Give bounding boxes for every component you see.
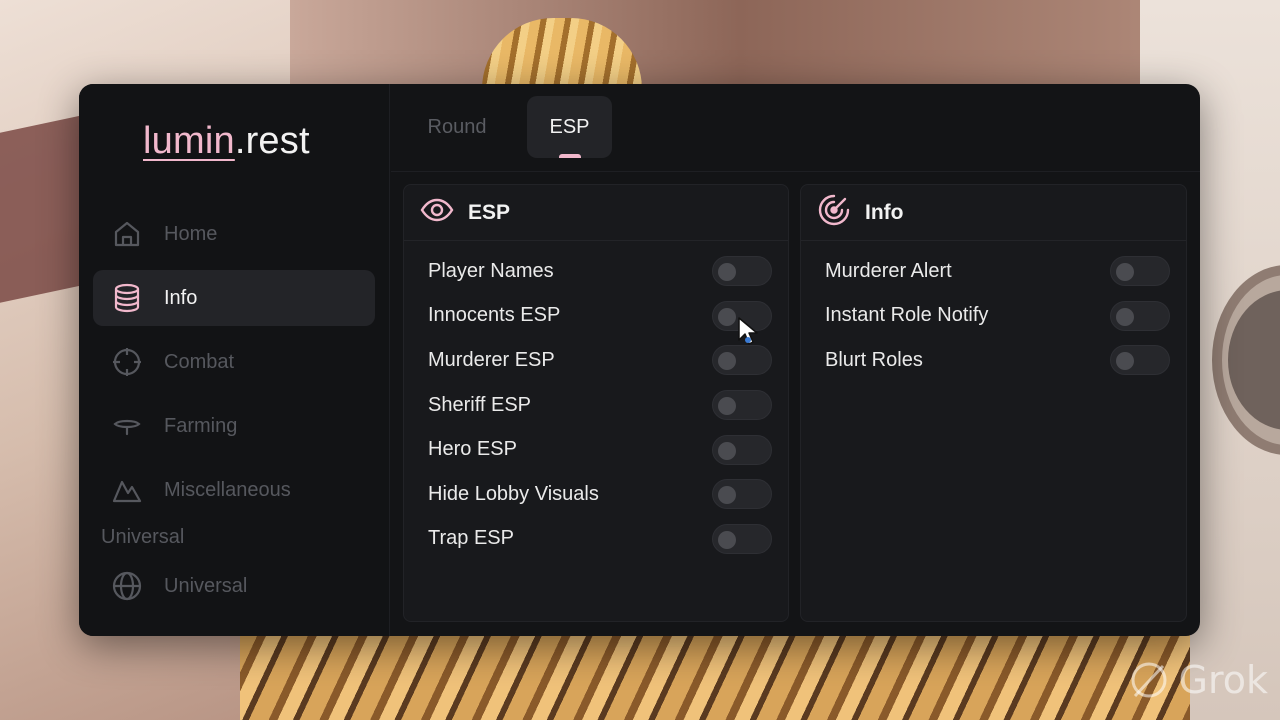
option-label: Murderer ESP <box>428 348 555 371</box>
farming-icon <box>110 409 144 443</box>
active-tab-indicator <box>558 154 581 158</box>
tab-esp[interactable]: ESP <box>527 96 612 158</box>
info-card: Info Murderer Alert Instant Role Notify … <box>800 184 1187 622</box>
option-label: Hero ESP <box>428 438 517 461</box>
card-header: ESP <box>404 185 788 241</box>
watermark-text: Grok <box>1178 658 1269 702</box>
sidebar-item-label: Home <box>164 222 218 245</box>
option-row-blurt-roles: Blurt Roles <box>801 338 1186 383</box>
option-label: Hide Lobby Visuals <box>428 482 599 505</box>
sidebar-item-universal[interactable]: Universal <box>93 558 375 614</box>
card-header: Info <box>801 185 1186 241</box>
toggle-knob <box>718 486 736 505</box>
option-row-hide-lobby-visuals: Hide Lobby Visuals <box>404 472 788 517</box>
option-label: Innocents ESP <box>428 304 561 327</box>
card-title: Info <box>865 200 904 224</box>
trap-esp-toggle[interactable] <box>712 523 772 554</box>
murderer-alert-toggle[interactable] <box>1110 256 1170 287</box>
globe-icon <box>110 569 144 603</box>
logo-rest: .rest <box>234 120 310 162</box>
option-row-murderer-alert: Murderer Alert <box>801 249 1186 294</box>
radar-icon <box>817 193 851 232</box>
sidebar-item-label: Info <box>164 286 198 309</box>
mouse-cursor-icon <box>738 317 758 345</box>
eye-icon <box>420 193 454 232</box>
sidebar-item-info[interactable]: Info <box>93 270 375 326</box>
option-label: Blurt Roles <box>825 348 923 371</box>
toggle-knob <box>718 441 736 460</box>
background-hair <box>240 630 1190 720</box>
tab-label: Round <box>427 115 487 138</box>
esp-card: ESP Player Names Innocents ESP Murderer … <box>403 184 789 622</box>
option-row-player-names: Player Names <box>404 249 788 294</box>
sidebar-item-label: Farming <box>164 414 238 437</box>
background-shape <box>290 0 1190 90</box>
instant-role-notify-toggle[interactable] <box>1110 300 1170 331</box>
sidebar-item-home[interactable]: Home <box>93 206 375 262</box>
tab-bar: Round ESP <box>391 84 1200 172</box>
toggle-knob <box>1116 307 1134 326</box>
home-icon <box>110 217 144 251</box>
option-label: Murderer Alert <box>825 259 952 282</box>
mountain-icon <box>110 473 144 507</box>
option-label: Instant Role Notify <box>825 304 989 327</box>
sidebar-item-label: Combat <box>164 350 235 373</box>
sidebar-section-label: Universal <box>101 526 185 548</box>
card-title: ESP <box>468 200 511 224</box>
grok-icon <box>1131 662 1166 698</box>
option-row-sheriff-esp: Sheriff ESP <box>404 383 788 428</box>
sidebar-item-miscellaneous[interactable]: Miscellaneous <box>93 462 375 518</box>
hide-lobby-visuals-toggle[interactable] <box>712 479 772 510</box>
option-row-innocents-esp: Innocents ESP <box>404 294 788 339</box>
option-label: Trap ESP <box>428 527 514 550</box>
grok-watermark: Grok <box>1127 658 1269 702</box>
esp-option-list: Player Names Innocents ESP Murderer ESP … <box>404 241 788 561</box>
main-content: Round ESP ESP Player Names Innocents ESP… <box>391 84 1200 636</box>
sidebar-item-label: Universal <box>164 574 248 597</box>
option-label: Player Names <box>428 259 554 282</box>
toggle-knob <box>1116 263 1134 282</box>
toggle-knob <box>718 263 736 282</box>
database-icon <box>110 281 144 315</box>
logo-accent: lumin <box>143 120 235 162</box>
player-names-toggle[interactable] <box>712 256 772 287</box>
murderer-esp-toggle[interactable] <box>712 345 772 376</box>
toggle-knob <box>718 397 736 416</box>
toggle-knob <box>718 307 736 326</box>
crosshair-icon <box>110 345 144 379</box>
sheriff-esp-toggle[interactable] <box>712 390 772 421</box>
menu-window: lumin.rest Home Info Combat Farming Misc… <box>79 84 1200 636</box>
blurt-roles-toggle[interactable] <box>1110 345 1170 376</box>
tab-label: ESP <box>549 115 590 138</box>
option-label: Sheriff ESP <box>428 393 532 416</box>
option-row-instant-role-notify: Instant Role Notify <box>801 294 1186 339</box>
toggle-knob <box>718 352 736 371</box>
app-logo: lumin.rest <box>143 120 310 163</box>
sidebar-item-label: Miscellaneous <box>164 478 291 501</box>
sidebar: lumin.rest Home Info Combat Farming Misc… <box>79 84 390 636</box>
hero-esp-toggle[interactable] <box>712 434 772 465</box>
sidebar-item-farming[interactable]: Farming <box>93 398 375 454</box>
sidebar-item-combat[interactable]: Combat <box>93 334 375 390</box>
info-option-list: Murderer Alert Instant Role Notify Blurt… <box>801 241 1186 383</box>
option-row-murderer-esp: Murderer ESP <box>404 338 788 383</box>
toggle-knob <box>718 530 736 549</box>
tab-round[interactable]: Round <box>409 96 505 158</box>
toggle-knob <box>1116 352 1134 371</box>
option-row-hero-esp: Hero ESP <box>404 427 788 472</box>
option-row-trap-esp: Trap ESP <box>404 517 788 562</box>
